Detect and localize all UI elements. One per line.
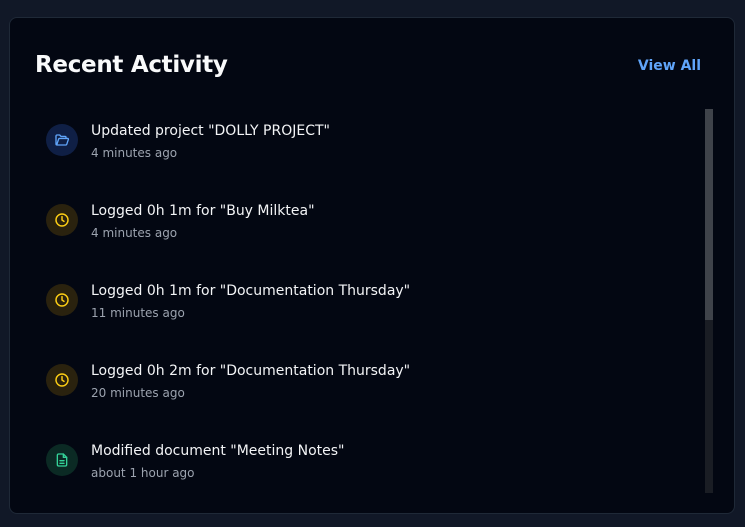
- activity-item[interactable]: Logged 0h 1m for "Buy Milktea" 4 minutes…: [35, 188, 695, 268]
- activity-text: Updated project "DOLLY PROJECT": [91, 123, 330, 139]
- clock-icon: [46, 204, 78, 236]
- activity-time: 11 minutes ago: [91, 306, 185, 320]
- recent-activity-card: Recent Activity View All Updated project…: [9, 17, 735, 514]
- activity-scrollbar[interactable]: [705, 109, 713, 493]
- activity-item[interactable]: Updated project "DOLLY PROJECT" 4 minute…: [35, 108, 695, 188]
- card-title: Recent Activity: [35, 52, 228, 78]
- activity-text: Logged 0h 1m for "Buy Milktea": [91, 203, 315, 219]
- activity-time: 4 minutes ago: [91, 146, 178, 160]
- activity-list[interactable]: Updated project "DOLLY PROJECT" 4 minute…: [35, 108, 695, 492]
- activity-text: Logged 0h 1m for "Documentation Thursday…: [91, 283, 411, 299]
- scrollbar-thumb[interactable]: [705, 109, 713, 320]
- activity-item[interactable]: Logged 0h 2m for "Documentation Thursday…: [35, 348, 695, 428]
- clock-icon: [46, 284, 78, 316]
- view-all-link[interactable]: View All: [638, 57, 701, 75]
- folder-open-icon: [46, 124, 78, 156]
- activity-text: Modified document "Meeting Notes": [91, 443, 345, 459]
- activity-time: about 1 hour ago: [91, 466, 195, 480]
- activity-time: 4 minutes ago: [91, 226, 178, 240]
- document-icon: [46, 444, 78, 476]
- activity-time: 20 minutes ago: [91, 386, 185, 400]
- activity-text: Logged 0h 2m for "Documentation Thursday…: [91, 363, 411, 379]
- clock-icon: [46, 364, 78, 396]
- activity-item[interactable]: Modified document "Meeting Notes" about …: [35, 428, 695, 492]
- activity-item[interactable]: Logged 0h 1m for "Documentation Thursday…: [35, 268, 695, 348]
